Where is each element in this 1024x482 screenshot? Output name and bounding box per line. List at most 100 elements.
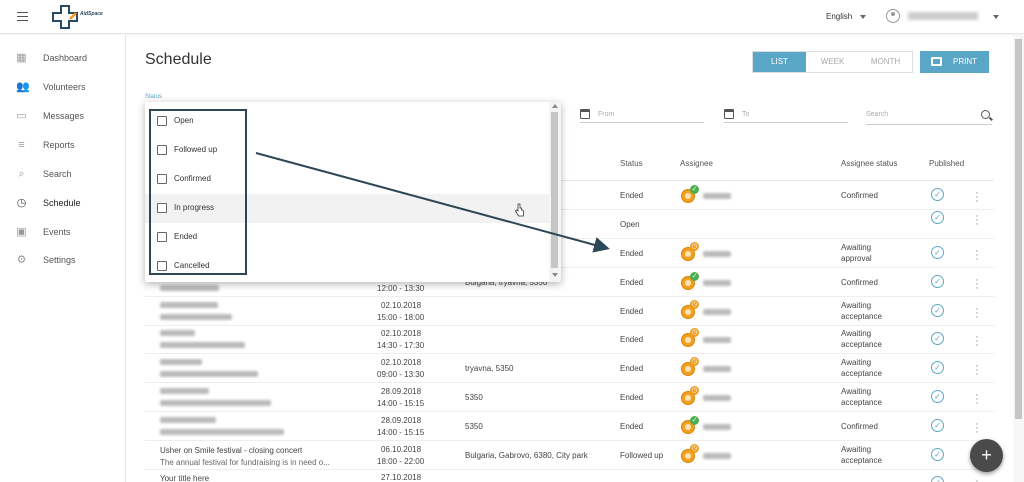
page-scrollbar[interactable] bbox=[1013, 35, 1024, 482]
user-name[interactable] bbox=[908, 12, 978, 20]
search-icon[interactable] bbox=[981, 110, 990, 119]
event-title-redacted[interactable] bbox=[160, 330, 195, 336]
published-check-icon[interactable]: ✓ bbox=[931, 332, 944, 345]
assignee-name-redacted[interactable] bbox=[703, 280, 731, 286]
table-row[interactable]: Your title here27.10.2018✓··· bbox=[145, 469, 995, 482]
event-title-redacted[interactable] bbox=[160, 417, 216, 423]
published-check-icon[interactable]: ✓ bbox=[931, 476, 944, 482]
table-row[interactable]: Usher on Smile festival - closing concer… bbox=[145, 441, 995, 470]
assignee-status: Confirmed bbox=[841, 278, 878, 287]
sidebar-item-label: Settings bbox=[43, 255, 76, 265]
calendar-icon[interactable] bbox=[580, 109, 590, 119]
chevron-down-icon[interactable] bbox=[993, 15, 999, 19]
sidebar-item-volunteers[interactable]: 👥 Volunteers bbox=[0, 78, 126, 98]
logo[interactable] bbox=[52, 5, 112, 29]
assignee-name-redacted[interactable] bbox=[703, 251, 731, 257]
dropdown-scrollbar[interactable] bbox=[549, 102, 561, 282]
header-assignee-status[interactable]: Assignee status bbox=[841, 159, 897, 168]
event-title-redacted[interactable] bbox=[160, 359, 202, 365]
event-title[interactable]: Your title here bbox=[160, 473, 209, 482]
event-location: tryavna, 5350 bbox=[465, 364, 514, 373]
event-title-redacted[interactable] bbox=[160, 302, 218, 308]
to-date-field[interactable]: To bbox=[724, 109, 848, 123]
sidebar-item-dashboard[interactable]: ▦ Dashboard bbox=[0, 49, 126, 69]
table-row[interactable]: 28.09.2018 14:00 - 15:15 5350 Ended ◷ Awaitin… bbox=[145, 383, 995, 412]
sidebar-item-messages[interactable]: ▭ Messages bbox=[0, 107, 126, 127]
header-published[interactable]: Published bbox=[929, 159, 964, 168]
status-text: Followed up bbox=[620, 451, 664, 460]
assignee-status: Awaiting acceptance bbox=[841, 387, 882, 407]
sidebar-item-label: Search bbox=[43, 169, 72, 179]
assignee-name-redacted[interactable] bbox=[703, 309, 731, 315]
more-options-icon[interactable]: ··· bbox=[975, 304, 979, 323]
table-row[interactable]: 02.10.2018 15:00 - 18:00 Ended ◷ Awaiting ac… bbox=[145, 297, 995, 326]
page-scroll-thumb[interactable] bbox=[1015, 39, 1022, 419]
assignee-name-redacted[interactable] bbox=[703, 395, 731, 401]
sidebar-item-search[interactable]: ⌕ Search bbox=[0, 165, 126, 185]
confirmed-check-icon: ✓ bbox=[690, 185, 699, 194]
print-button[interactable]: PRINT bbox=[920, 51, 989, 73]
scroll-down-icon[interactable] bbox=[552, 273, 558, 277]
assignee-name-redacted[interactable] bbox=[703, 453, 731, 459]
search-input[interactable]: Search bbox=[866, 109, 992, 125]
event-title[interactable]: Usher on Smile festival - closing concer… bbox=[160, 445, 302, 456]
more-options-icon[interactable]: ··· bbox=[975, 332, 979, 351]
user-avatar-icon[interactable] bbox=[886, 9, 900, 23]
published-check-icon[interactable]: ✓ bbox=[931, 211, 944, 224]
add-event-button[interactable]: + bbox=[970, 439, 1003, 472]
annotation-box bbox=[149, 109, 247, 275]
printer-icon bbox=[931, 57, 942, 66]
event-subtitle-redacted bbox=[160, 400, 271, 406]
chevron-down-icon[interactable] bbox=[860, 15, 866, 19]
assignee-name-redacted[interactable] bbox=[703, 193, 731, 199]
sidebar: ▦ Dashboard 👥 Volunteers ▭ Messages ≡ Reports ⌕ S… bbox=[0, 35, 126, 482]
header-assignee[interactable]: Assignee bbox=[680, 159, 713, 168]
scroll-thumb[interactable] bbox=[551, 112, 558, 268]
more-options-icon[interactable]: ··· bbox=[975, 361, 979, 380]
print-label: PRINT bbox=[953, 57, 977, 66]
sidebar-item-schedule[interactable]: ◷ Schedule bbox=[0, 194, 126, 214]
scroll-up-icon[interactable] bbox=[552, 104, 558, 108]
sidebar-item-settings[interactable]: ⚙ Settings bbox=[0, 251, 126, 271]
published-check-icon[interactable]: ✓ bbox=[931, 246, 944, 259]
more-options-icon[interactable]: ··· bbox=[975, 275, 979, 294]
published-check-icon[interactable]: ✓ bbox=[931, 188, 944, 201]
assignee-name-redacted[interactable] bbox=[703, 337, 731, 343]
view-month-button[interactable]: MONTH bbox=[859, 52, 912, 72]
header-status[interactable]: Status bbox=[620, 159, 643, 168]
published-check-icon[interactable]: ✓ bbox=[931, 390, 944, 403]
more-options-icon[interactable]: ··· bbox=[975, 419, 979, 438]
published-check-icon[interactable]: ✓ bbox=[931, 304, 944, 317]
more-options-icon[interactable]: ··· bbox=[975, 390, 979, 409]
more-options-icon[interactable]: ··· bbox=[975, 246, 979, 265]
published-check-icon[interactable]: ✓ bbox=[931, 275, 944, 288]
search-placeholder: Search bbox=[866, 111, 889, 118]
from-date-field[interactable]: From bbox=[580, 109, 704, 123]
published-check-icon[interactable]: ✓ bbox=[931, 361, 944, 374]
hamburger-menu-icon[interactable] bbox=[17, 12, 28, 21]
status-text: Ended bbox=[620, 307, 644, 316]
table-row[interactable]: 28.09.2018 14:00 - 15:15 5350 Ended ✓ Confirm… bbox=[145, 412, 995, 441]
assignee-status: Confirmed bbox=[841, 422, 878, 431]
assignee-name-redacted[interactable] bbox=[703, 366, 731, 372]
assignee-name-redacted[interactable] bbox=[703, 424, 731, 430]
published-check-icon[interactable]: ✓ bbox=[931, 419, 944, 432]
table-row[interactable]: 02.10.2018 09:00 - 13:30 tryavna, 5350 Ende… bbox=[145, 354, 995, 383]
calendar-icon[interactable] bbox=[724, 109, 734, 119]
sidebar-item-reports[interactable]: ≡ Reports bbox=[0, 136, 126, 156]
event-time: 12:00 - 13:30 bbox=[377, 284, 425, 293]
language-selector[interactable]: English bbox=[826, 12, 852, 21]
view-list-button[interactable]: LIST bbox=[753, 52, 806, 72]
event-subtitle-redacted bbox=[160, 285, 219, 291]
more-options-icon[interactable]: ··· bbox=[975, 188, 979, 207]
view-week-button[interactable]: WEEK bbox=[806, 52, 859, 72]
pending-clock-icon: ◷ bbox=[690, 328, 699, 337]
event-title-redacted[interactable] bbox=[160, 388, 209, 394]
event-location: 5350 bbox=[465, 393, 483, 402]
more-options-icon[interactable]: ··· bbox=[975, 211, 979, 230]
published-check-icon[interactable]: ✓ bbox=[931, 448, 944, 461]
pending-clock-icon: ◷ bbox=[690, 357, 699, 366]
sidebar-item-events[interactable]: ▣ Events bbox=[0, 223, 126, 243]
table-row[interactable]: 02.10.2018 14:30 - 17:30 Ended ◷ Awaiting ac… bbox=[145, 325, 995, 354]
logo-text: AidSpace bbox=[80, 11, 103, 17]
